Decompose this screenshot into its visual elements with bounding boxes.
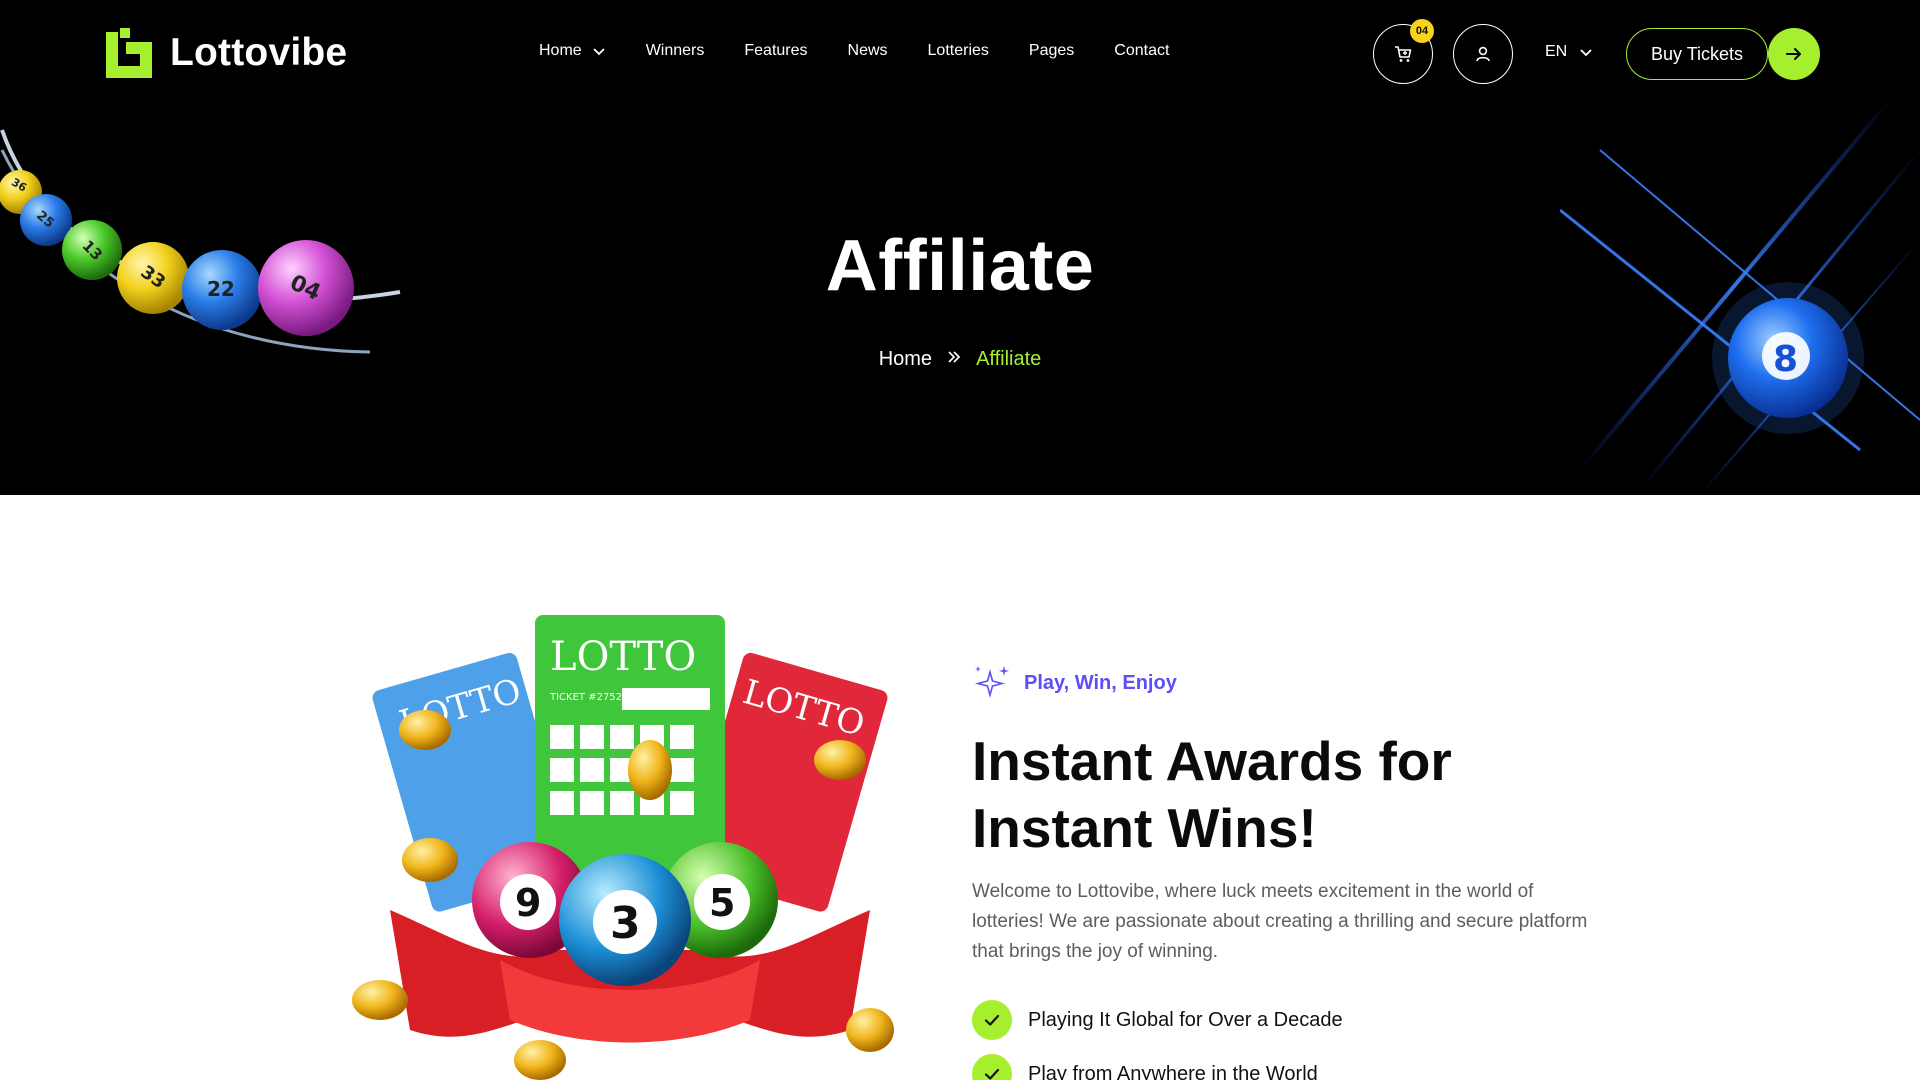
nav-news-label: News	[847, 42, 888, 59]
nav-news[interactable]: News	[848, 42, 888, 60]
brand-name: Lottovibe	[170, 31, 348, 74]
sparkle-icon	[974, 666, 1009, 698]
nav-features-label: Features	[744, 42, 808, 59]
brand-logo[interactable]: Lottovibe	[106, 28, 347, 78]
double-chevron-right-icon	[946, 348, 962, 371]
nav-pages-label: Pages	[1028, 42, 1075, 59]
check-icon	[972, 1054, 1012, 1080]
lottovibe-logo-icon	[106, 28, 152, 78]
nav-features[interactable]: Features	[744, 42, 807, 60]
ball-number-3: 3	[610, 898, 641, 949]
page-hero: 36 25 13 33 22 04 8 Lottovibe Home Winne…	[0, 0, 1920, 495]
section-description: Welcome to Lottovibe, where luck meets e…	[972, 881, 1588, 962]
ball-number-5: 5	[709, 881, 735, 925]
nav-contact[interactable]: Contact	[1114, 42, 1169, 60]
arrow-right-icon	[1786, 48, 1802, 60]
page-title: Affiliate	[825, 226, 1095, 306]
lottery-tickets-illustration: LOTTO LOTTO LOTTO TICKET #2752 9 3 5	[352, 615, 894, 1080]
nav-home-label: Home	[539, 42, 582, 59]
feature-item: Play from Anywhere in the World	[972, 1054, 1318, 1080]
feature-text: Play from Anywhere in the World	[1028, 1062, 1318, 1080]
nav-lotteries-label: Lotteries	[927, 42, 989, 59]
feature-item: Playing It Global for Over a Decade	[972, 1000, 1343, 1040]
nav-contact-label: Contact	[1114, 42, 1170, 59]
breadcrumb-home-link[interactable]: Home	[879, 348, 932, 371]
green-ticket-title: LOTTO	[550, 634, 696, 680]
breadcrumb-current: Affiliate	[976, 348, 1042, 370]
eyebrow-text: Play, Win, Enjoy	[1024, 671, 1177, 694]
buy-tickets-cta: Buy Tickets	[1626, 28, 1821, 80]
nav-winners-label: Winners	[645, 42, 705, 59]
cart-button[interactable]: 04	[1373, 19, 1434, 84]
buy-tickets-button[interactable]: Buy Tickets	[1626, 28, 1769, 80]
ball-number-9: 9	[515, 881, 541, 925]
breadcrumb: Home Affiliate	[0, 348, 1920, 371]
feature-text: Playing It Global for Over a Decade	[1028, 1008, 1343, 1031]
buy-tickets-arrow-button[interactable]	[1768, 28, 1821, 80]
cart-icon	[1395, 46, 1412, 62]
user-icon	[1476, 46, 1490, 62]
check-icon	[972, 1000, 1012, 1040]
chevron-down-icon	[593, 48, 605, 56]
chevron-down-icon	[1580, 49, 1592, 57]
nav-lotteries[interactable]: Lotteries	[928, 42, 989, 60]
main-navigation: Home Winners Features News Lotteries Pag…	[539, 42, 1209, 60]
language-selector[interactable]: EN	[1545, 43, 1593, 61]
section-heading: Instant Awards for Instant Wins!	[972, 730, 1452, 859]
account-button[interactable]	[1453, 24, 1513, 84]
language-label: EN	[1545, 43, 1568, 60]
cart-count-badge: 04	[1410, 19, 1434, 43]
nav-pages[interactable]: Pages	[1029, 42, 1074, 60]
nav-home[interactable]: Home	[539, 42, 606, 60]
ticket-number: TICKET #2752	[549, 692, 622, 703]
nav-winners[interactable]: Winners	[646, 42, 705, 60]
section-eyebrow: Play, Win, Enjoy	[972, 664, 1177, 702]
